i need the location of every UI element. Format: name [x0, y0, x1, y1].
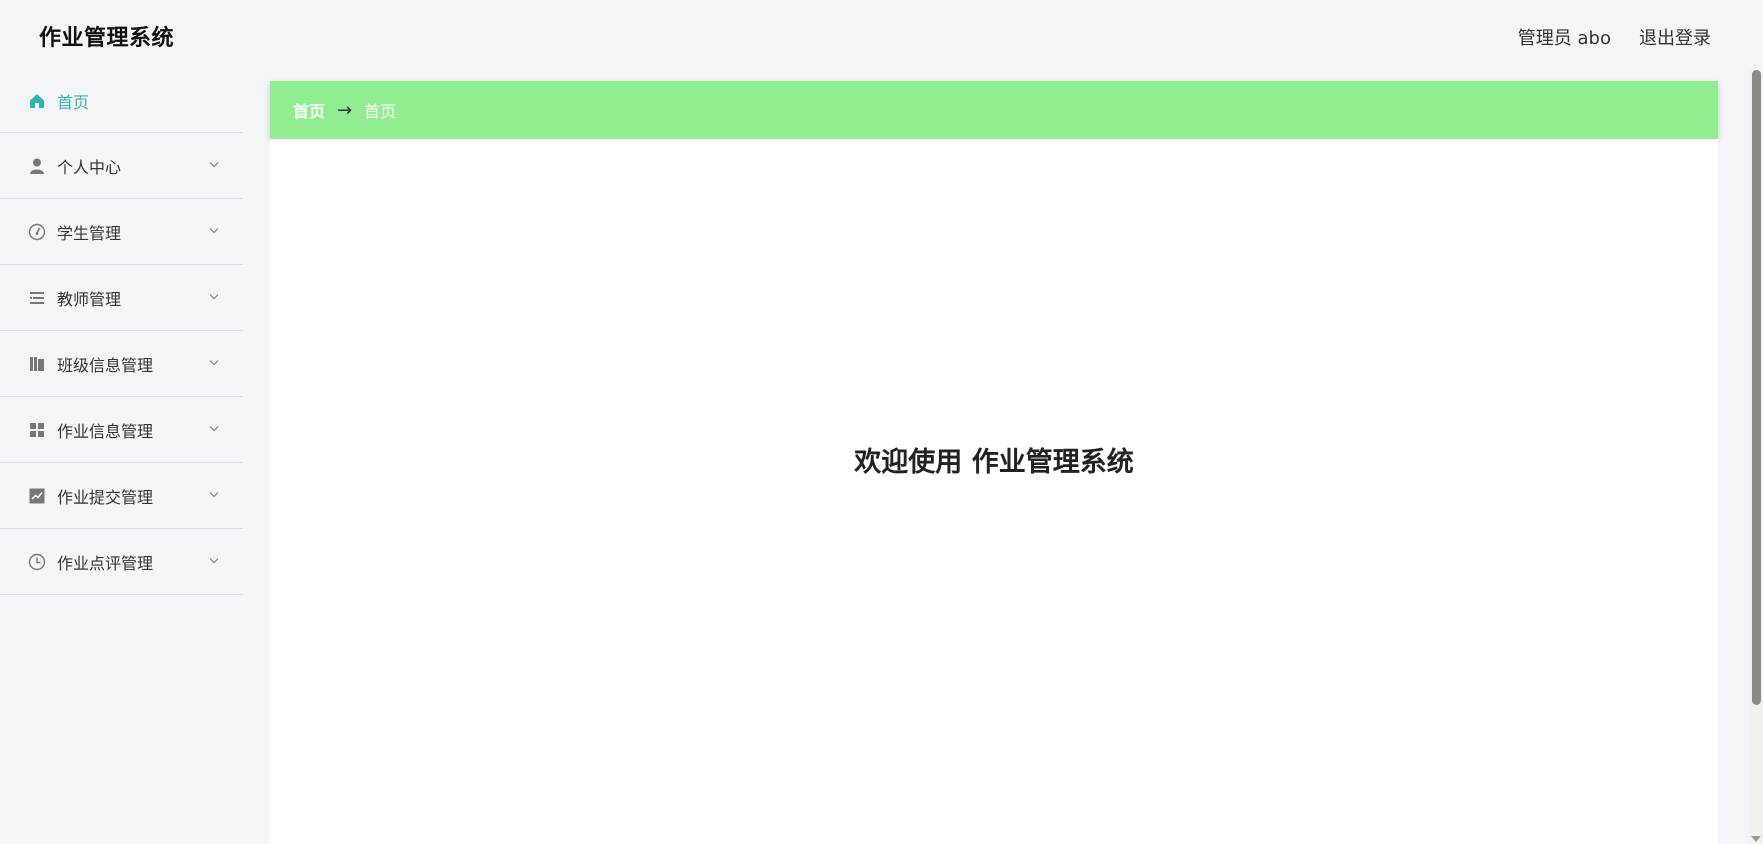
chevron-down-icon	[209, 359, 219, 366]
sidebar-item-label: 班级信息管理	[57, 355, 154, 375]
chart-icon	[28, 487, 46, 505]
sidebar-item-student-management[interactable]: 学生管理	[0, 199, 243, 265]
list-icon	[28, 289, 46, 307]
sidebar-item-label: 个人中心	[57, 157, 122, 177]
sidebar-item-teacher-management[interactable]: 教师管理	[0, 265, 243, 331]
chevron-down-icon	[209, 293, 219, 300]
logout-button[interactable]: 退出登录	[1639, 24, 1711, 50]
breadcrumb-separator-icon: →	[337, 99, 353, 121]
vertical-scrollbar[interactable]	[1749, 70, 1763, 844]
home-icon	[28, 92, 46, 110]
app-title: 作业管理系统	[39, 26, 175, 51]
sidebar-item-label: 首页	[57, 93, 90, 112]
breadcrumb-home-link[interactable]: 首页	[293, 98, 325, 122]
content-panel: 欢迎使用 作业管理系统	[270, 139, 1718, 844]
sidebar-item-label: 作业提交管理	[57, 487, 154, 507]
current-user-label[interactable]: 管理员 abo	[1518, 24, 1611, 50]
sidebar-item-personal-center[interactable]: 个人中心	[0, 133, 243, 199]
sidebar-item-label: 作业信息管理	[57, 421, 154, 441]
chevron-down-icon	[209, 557, 219, 564]
sidebar-item-homework-submission-management[interactable]: 作业提交管理	[0, 463, 243, 529]
sidebar-item-class-info-management[interactable]: 班级信息管理	[0, 331, 243, 397]
sidebar-item-label: 学生管理	[57, 223, 122, 243]
top-header: 作业管理系统 管理员 abo 退出登录	[0, 0, 1763, 70]
main-content: 首页 → 首页 欢迎使用 作业管理系统	[270, 81, 1718, 844]
books-icon	[28, 355, 46, 373]
user-icon	[28, 157, 46, 175]
scrollbar-thumb[interactable]	[1752, 70, 1761, 705]
sidebar-item-homework-info-management[interactable]: 作业信息管理	[0, 397, 243, 463]
breadcrumb: 首页 → 首页	[270, 81, 1718, 139]
welcome-heading: 欢迎使用 作业管理系统	[854, 447, 1134, 478]
sidebar-item-label: 作业点评管理	[57, 553, 154, 573]
grid-icon	[28, 421, 46, 439]
sidebar-item-homework-review-management[interactable]: 作业点评管理	[0, 529, 243, 595]
sidebar-item-home[interactable]: 首页	[0, 70, 243, 133]
gauge-icon	[28, 223, 46, 241]
chevron-down-icon	[209, 491, 219, 498]
sidebar-menu: 首页 个人中心 学生管理 教师管理 班级信息管理 作业信息管理 作业提交管理 作…	[0, 70, 243, 844]
chevron-down-icon	[209, 227, 219, 234]
user-area: 管理员 abo 退出登录	[1518, 24, 1711, 50]
clock-icon	[28, 553, 46, 571]
breadcrumb-current: 首页	[364, 102, 397, 121]
scroll-down-arrow-icon[interactable]	[1751, 836, 1761, 842]
chevron-down-icon	[209, 425, 219, 432]
chevron-down-icon	[209, 161, 219, 168]
sidebar-item-label: 教师管理	[57, 289, 122, 309]
